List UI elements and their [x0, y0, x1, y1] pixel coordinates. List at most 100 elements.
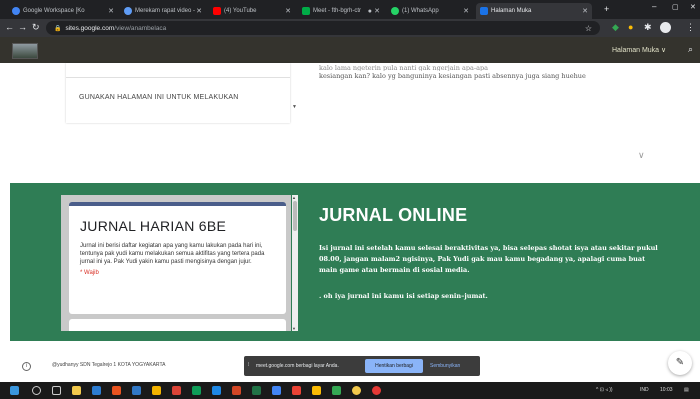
- scrollbar-thumb[interactable]: [293, 201, 297, 231]
- section-title: JURNAL ONLINE: [319, 205, 468, 225]
- section-note: . oh iya jurnal ini kamu isi setiap seni…: [319, 292, 488, 300]
- chrome-icon[interactable]: [352, 386, 361, 395]
- windows-taskbar: ^ ⊡ ◃ )) IND 10:03 ▤: [0, 382, 700, 399]
- form-title: JURNAL HARIAN 6BE: [80, 218, 227, 234]
- app-icon[interactable]: [372, 386, 381, 395]
- scroll-up-arrow-icon[interactable]: ▲: [292, 195, 296, 200]
- url-input[interactable]: 🔒 sites.google.com /view/anambelaca ☆: [46, 21, 600, 35]
- address-bar-row: ← → ↻ 🔒 sites.google.com /view/anambelac…: [0, 19, 700, 37]
- edge-icon[interactable]: [92, 386, 101, 395]
- browser-tab-whatsapp[interactable]: (1) WhatsApp ✕: [387, 3, 473, 19]
- tab-label: (4) YouTube: [224, 8, 257, 14]
- site-logo[interactable]: [12, 43, 38, 59]
- close-icon[interactable]: ✕: [285, 7, 291, 15]
- search-icon[interactable]: ⌕: [688, 44, 693, 55]
- browser-tab-meet[interactable]: Meet - fth-bgrh-ctr ● ✕: [298, 3, 384, 19]
- close-icon[interactable]: ✕: [196, 7, 202, 15]
- google-icon: [124, 7, 132, 15]
- window-close-icon[interactable]: ✕: [690, 3, 696, 11]
- file-explorer-icon[interactable]: [72, 386, 81, 395]
- app-icon[interactable]: [172, 386, 181, 395]
- tab-label: Halaman Muka: [491, 8, 532, 14]
- youtube-icon: [213, 7, 221, 15]
- clock[interactable]: 10:03: [660, 387, 673, 393]
- app-icon[interactable]: [152, 386, 161, 395]
- tab-label: Google Workspace [Ko: [23, 8, 85, 14]
- app-icon[interactable]: [192, 386, 201, 395]
- chevron-down-icon[interactable]: ∨: [638, 150, 645, 161]
- form-header-card: JURNAL HARIAN 6BE Jurnal ini berisi daft…: [69, 202, 286, 314]
- form-description: Jurnal ini berisi daftar kegiatan apa ya…: [80, 243, 265, 265]
- form-scrollbar[interactable]: ▲ ▼: [292, 195, 298, 331]
- screen-share-bar: ⁞ meet.google.com berbagi layar Anda. He…: [244, 356, 480, 376]
- divider: [66, 77, 290, 78]
- reload-icon[interactable]: ↻: [32, 22, 40, 33]
- info-icon[interactable]: i: [22, 362, 31, 371]
- drag-handle-icon[interactable]: ⁞: [248, 362, 249, 368]
- scroll-down-arrow-icon[interactable]: ▼: [292, 326, 296, 331]
- browser-tab-halaman-muka[interactable]: Halaman Muka ✕: [476, 3, 592, 19]
- site-header: [0, 37, 700, 63]
- app-icon[interactable]: [312, 386, 321, 395]
- minimize-icon[interactable]: –: [652, 2, 656, 11]
- app-icon[interactable]: [292, 386, 301, 395]
- powerpoint-icon[interactable]: [232, 386, 241, 395]
- system-tray-icons[interactable]: ^ ⊡ ◃ )): [596, 387, 613, 393]
- language-indicator[interactable]: IND: [640, 387, 649, 393]
- close-icon[interactable]: ✕: [374, 7, 380, 15]
- google-icon: [12, 7, 20, 15]
- share-message: meet.google.com berbagi layar Anda.: [256, 363, 339, 369]
- app-icon[interactable]: [132, 386, 141, 395]
- whatsapp-icon: [391, 7, 399, 15]
- page-nav-dropdown[interactable]: Halaman Muka ∨: [612, 46, 666, 54]
- tab-label: (1) WhatsApp: [402, 8, 439, 14]
- browser-tab-bar: Google Workspace [Ko ✕ Merekam rapat vid…: [0, 0, 700, 19]
- tab-label: Merekam rapat video -: [135, 8, 196, 14]
- section-description: Isi jurnal ini setelah kamu selesai bera…: [319, 244, 658, 274]
- browser-tab-youtube[interactable]: (4) YouTube ✕: [209, 3, 295, 19]
- stop-sharing-button[interactable]: Hentikan berbagi: [365, 359, 423, 373]
- scroll-down-arrow-icon[interactable]: ▼: [292, 104, 297, 110]
- new-tab-button[interactable]: +: [604, 4, 609, 14]
- meet-icon: [302, 7, 310, 15]
- browser-tab-merekam[interactable]: Merekam rapat video - ✕: [120, 3, 206, 19]
- url-path: /view/anambelaca: [114, 24, 167, 32]
- menu-kebab-icon[interactable]: ⋮: [686, 22, 695, 33]
- bookmark-star-icon[interactable]: ☆: [585, 24, 592, 33]
- search-icon[interactable]: [32, 386, 41, 395]
- profile-avatar[interactable]: [660, 22, 671, 33]
- body-line: kesiangan kan? kalo yg banguninya kesian…: [319, 72, 586, 80]
- close-icon[interactable]: ✕: [582, 7, 588, 15]
- app-icon[interactable]: [332, 386, 341, 395]
- embedded-form-card: GUNAKAN HALAMAN INI UNTUK MELAKUKAN: [66, 63, 290, 123]
- notification-icon[interactable]: ▤: [684, 387, 689, 393]
- close-icon[interactable]: ✕: [108, 7, 114, 15]
- app-icon[interactable]: [112, 386, 121, 395]
- extension-icon[interactable]: ◆: [612, 22, 619, 33]
- form-question-card[interactable]: [69, 319, 286, 331]
- back-icon[interactable]: ←: [5, 22, 14, 32]
- extensions-puzzle-icon[interactable]: ✱: [644, 22, 652, 33]
- tab-label: Meet - fth-bgrh-ctr: [313, 8, 362, 14]
- windows-start-icon[interactable]: [10, 386, 19, 395]
- required-note: * Wajib: [80, 270, 99, 276]
- extension-icon[interactable]: ●: [628, 22, 633, 32]
- page-body-text: kalo lama ngeterin pula nanti gak ngerja…: [319, 63, 659, 81]
- browser-tab-workspace[interactable]: Google Workspace [Ko ✕: [8, 3, 118, 19]
- recording-icon: ●: [367, 7, 372, 15]
- form-section-text: GUNAKAN HALAMAN INI UNTUK MELAKUKAN: [79, 94, 239, 101]
- lock-icon: 🔒: [54, 25, 62, 32]
- maximize-icon[interactable]: ▢: [672, 3, 679, 11]
- google-sites-icon: [480, 7, 488, 15]
- close-icon[interactable]: ✕: [463, 7, 469, 15]
- task-view-icon[interactable]: [52, 386, 61, 395]
- url-host: sites.google.com: [65, 24, 115, 32]
- forward-icon[interactable]: →: [18, 22, 27, 32]
- app-icon[interactable]: [272, 386, 281, 395]
- footer-copyright: @yudhanyy SDN Tegalrejo 1 KOTA YOGYAKART…: [52, 362, 166, 368]
- body-clipped-line: kalo lama ngeterin pula nanti gak ngerja…: [319, 64, 488, 71]
- excel-icon[interactable]: [252, 386, 261, 395]
- word-icon[interactable]: [212, 386, 221, 395]
- edit-pencil-icon[interactable]: ✎: [668, 351, 692, 375]
- hide-button[interactable]: Sembunyikan: [430, 363, 460, 369]
